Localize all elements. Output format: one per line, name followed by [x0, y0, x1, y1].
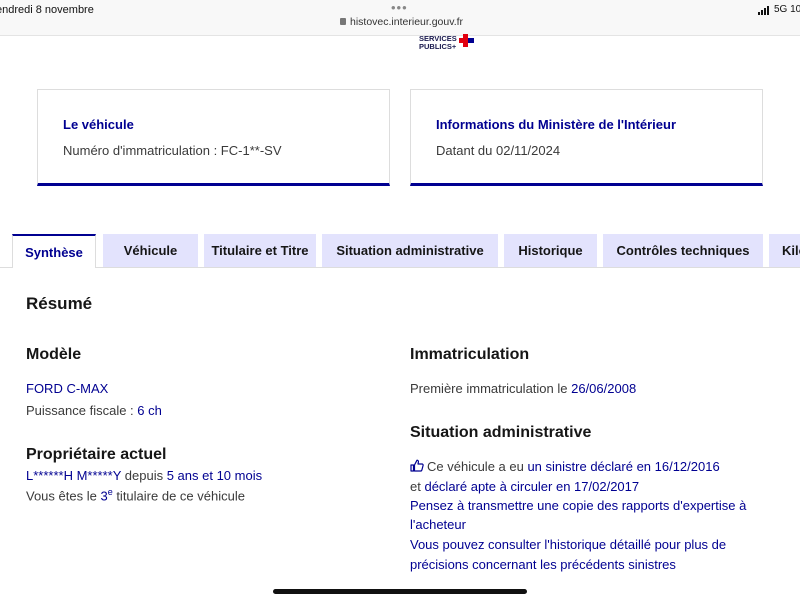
data-date: Datant du 02/11/2024	[436, 143, 561, 158]
expertise-advice-line-1: Pensez à transmettre une copie des rappo…	[410, 498, 747, 513]
history-advice-line-2: précisions concernant les précédents sin…	[410, 557, 676, 572]
first-registration-label: Première immatriculation le	[410, 381, 572, 396]
owner-rank: Vous êtes le 3e titulaire de ce véhicule	[26, 487, 245, 503]
tab-situation-administrative[interactable]: Situation administrative	[322, 234, 498, 267]
signal-icon	[758, 4, 770, 15]
network-label: 5G	[774, 4, 788, 15]
ministry-card-title: Informations du Ministère de l'Intérieur	[436, 117, 677, 132]
status-indicators: 5G 10	[758, 4, 800, 15]
admin-line-2: et déclaré apte à circuler en 17/02/2017	[410, 479, 639, 494]
tab-controles-techniques[interactable]: Contrôles techniques	[603, 234, 763, 267]
tab-vehicule[interactable]: Véhicule	[103, 234, 198, 267]
first-registration-date: 26/06/2008	[571, 381, 637, 396]
tab-synthese[interactable]: Synthèse	[12, 234, 96, 268]
logo-line-2: PUBLICS+	[419, 42, 457, 51]
services-publics-logo[interactable]: SERVICES PUBLICS+	[419, 35, 457, 51]
owner-since-label: depuis	[121, 468, 167, 483]
tab-titulaire[interactable]: Titulaire et Titre	[204, 234, 316, 267]
fiscal-power: Puissance fiscale : 6 ch	[26, 403, 162, 418]
vehicle-card-title: Le véhicule	[63, 117, 134, 132]
history-advice-line-1: Vous pouvez consulter l'historique détai…	[410, 537, 727, 552]
battery-label: 10	[790, 4, 800, 15]
owner-duration: 5 ans et 10 mois	[166, 468, 263, 483]
fiscal-power-label: Puissance fiscale :	[26, 403, 138, 418]
summary-title: Résumé	[26, 294, 93, 313]
admin-heading: Situation administrative	[410, 424, 592, 441]
logo-cross-icon	[459, 34, 474, 47]
claim-link[interactable]: un sinistre déclaré en 16/12/2016	[527, 459, 719, 474]
owner-rank-suffix: titulaire de ce véhicule	[112, 488, 245, 504]
model-name: FORD C-MAX	[26, 381, 109, 396]
admin-line-1: Ce véhicule a eu un sinistre déclaré en …	[410, 459, 720, 474]
tab-historique[interactable]: Historique	[504, 234, 597, 267]
vehicle-card: Le véhicule Numéro d'immatriculation : F…	[37, 89, 390, 186]
roadworthy-link[interactable]: déclaré apte à circuler en 17/02/2017	[424, 479, 639, 494]
model-heading: Modèle	[26, 346, 82, 363]
tab-kilometrage[interactable]: Kilo	[769, 234, 800, 267]
home-indicator[interactable]	[273, 589, 527, 594]
admin-line-2-prefix: et	[410, 479, 425, 494]
first-registration: Première immatriculation le 26/06/2008	[410, 381, 636, 396]
address-url: histovec.interieur.gouv.fr	[350, 16, 464, 28]
owner-line: L******H M*****Y depuis 5 ans et 10 mois	[26, 468, 262, 483]
address-bar[interactable]: histovec.interieur.gouv.fr	[340, 16, 463, 28]
lock-icon	[340, 18, 346, 25]
tabs-divider	[0, 267, 800, 268]
registration-number: Numéro d'immatriculation : FC-1**-SV	[63, 143, 282, 158]
owner-rank-prefix: Vous êtes le	[26, 488, 101, 504]
tab-options-dots[interactable]: •••	[391, 0, 408, 15]
owner-name: L******H M*****Y	[26, 468, 122, 483]
registration-heading: Immatriculation	[410, 346, 530, 363]
thumbs-up-icon	[410, 459, 424, 472]
expertise-advice-line-2: l'acheteur	[410, 517, 466, 532]
owner-rank-number: 3	[100, 488, 108, 504]
fiscal-power-value: 6 ch	[137, 403, 162, 418]
ministry-card: Informations du Ministère de l'Intérieur…	[410, 89, 763, 186]
admin-line-1-prefix: Ce véhicule a eu	[427, 459, 528, 474]
status-date: endredi 8 novembre	[0, 4, 94, 16]
owner-heading: Propriétaire actuel	[26, 446, 167, 463]
browser-status-bar: endredi 8 novembre ••• histovec.interieu…	[0, 0, 800, 36]
